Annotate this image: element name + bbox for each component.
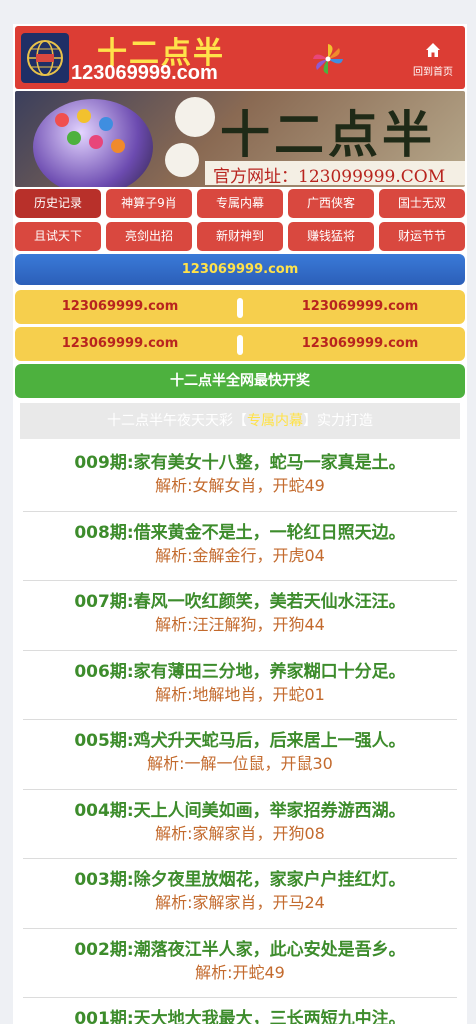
lottery-ball xyxy=(165,143,199,177)
nav-item-liangjian[interactable]: 亮剑出招 xyxy=(106,222,192,251)
domain-link[interactable]: 123069999.com xyxy=(15,327,225,361)
header-bar: 十二点半 123069999.com 回到首页 xyxy=(15,26,465,89)
entry-title: 008期:借来黄金不是土，一轮红日照天边。 xyxy=(74,522,406,543)
home-button[interactable]: 回到首页 xyxy=(408,40,458,80)
yellow-link-row: 123069999.com 123069999.com xyxy=(15,327,465,361)
list-item: 002期:潮落夜江半人家，此心安处是吾乡。 解析:开蛇49 xyxy=(23,929,457,998)
list-item: 004期:天上人间美如画，举家招券游西湖。 解析:家解家肖，开狗08 xyxy=(23,790,457,859)
domain-link[interactable]: 123069999.com xyxy=(255,290,465,324)
entry-title: 005期:鸡犬升天蛇马后，后来居上一强人。 xyxy=(74,731,406,751)
lottery-ball xyxy=(77,109,91,123)
nav-item-caiyun[interactable]: 财运节节 xyxy=(379,222,465,251)
lottery-ball xyxy=(89,135,103,149)
nav-item-guangxi[interactable]: 广西侠客 xyxy=(288,189,374,218)
lottery-ball xyxy=(175,97,215,137)
list-item: 001期:天大地大我最大，三长两短九中注。 xyxy=(23,998,457,1024)
entry-title: 006期:家有薄田三分地，养家糊口十分足。 xyxy=(74,661,406,682)
lottery-ball xyxy=(67,131,81,145)
lottery-ball xyxy=(111,139,125,153)
list-item: 007期:春风一吹红颜笑，美若天仙水汪汪。 解析:汪汪解狗，开狗44 xyxy=(23,581,457,651)
entry-title: 002期:潮落夜江半人家，此心安处是吾乡。 xyxy=(74,939,406,960)
yellow-link-row: 123069999.com 123069999.com xyxy=(15,290,465,324)
banner-url: 官方网址：123099999.COM xyxy=(213,167,446,187)
page: 十二点半 123069999.com 回到首页 十二点半 官方网址：123099… xyxy=(13,24,467,1024)
nav-item-caishen[interactable]: 新财神到 xyxy=(197,222,283,251)
list-item: 006期:家有薄田三分地，养家糊口十分足。 解析:地解地肖，开蛇01 xyxy=(23,651,457,720)
prediction-list: 009期:家有美女十八整，蛇马一家真是土。 解析:女解女肖，开蛇49 008期:… xyxy=(13,442,467,1024)
list-item: 003期:除夕夜里放烟花，家家户户挂红灯。 解析:家解家肖，开马24 xyxy=(23,859,457,929)
entry-title: 001期:天大地大我最大，三长两短九中注。 xyxy=(74,1009,406,1024)
nav-item-qieshi[interactable]: 且试天下 xyxy=(15,222,101,251)
entry-title: 007期:春风一吹红颜笑，美若天仙水汪汪。 xyxy=(74,592,406,612)
entry-title: 009期:家有美女十八整，蛇马一家真是土。 xyxy=(74,453,406,473)
banner-image: 十二点半 官方网址：123099999.COM xyxy=(15,91,465,187)
tagline-prefix: 十二点半午夜天天彩【 xyxy=(107,413,247,429)
divider xyxy=(237,298,243,318)
banner-title: 十二点半 xyxy=(220,105,436,164)
blue-domain-bar[interactable]: 123069999.com xyxy=(15,254,465,285)
nav-item-zhuanqian[interactable]: 赚钱猛将 xyxy=(288,222,374,251)
tagline: 十二点半午夜天天彩【专属内幕】实力打造 xyxy=(20,403,460,439)
home-label: 回到首页 xyxy=(413,67,453,78)
entry-title: 004期:天上人间美如画，举家招券游西湖。 xyxy=(74,800,406,821)
lottery-ball xyxy=(55,113,69,127)
nav-item-history[interactable]: 历史记录 xyxy=(15,189,101,218)
lottery-ball xyxy=(99,117,113,131)
list-item: 005期:鸡犬升天蛇马后，后来居上一强人。 解析:一解一位鼠，开鼠30 xyxy=(23,720,457,790)
fastest-draw-button[interactable]: 十二点半全网最快开奖 xyxy=(15,364,465,398)
domain-link[interactable]: 123069999.com xyxy=(15,290,225,324)
brand-domain: 123069999.com xyxy=(71,62,218,84)
entry-title: 003期:除夕夜里放烟花，家家户户挂红灯。 xyxy=(74,870,406,890)
pinwheel-icon xyxy=(313,44,343,74)
tagline-suffix: 】实力打造 xyxy=(303,413,373,429)
home-icon xyxy=(426,43,440,57)
category-nav: 历史记录 神算子9肖 专属内幕 广西侠客 国士无双 且试天下 亮剑出招 新财神到… xyxy=(15,189,465,253)
divider xyxy=(237,335,243,355)
nav-item-shensuanzi[interactable]: 神算子9肖 xyxy=(106,189,192,218)
nav-item-guoshi[interactable]: 国士无双 xyxy=(379,189,465,218)
globe-logo-icon xyxy=(21,33,69,83)
list-item: 008期:借来黄金不是土，一轮红日照天边。 解析:金解金行，开虎04 xyxy=(23,512,457,581)
list-item: 009期:家有美女十八整，蛇马一家真是土。 解析:女解女肖，开蛇49 xyxy=(23,442,457,512)
nav-item-inside-info[interactable]: 专属内幕 xyxy=(197,189,283,218)
domain-link[interactable]: 123069999.com xyxy=(255,327,465,361)
tagline-highlight: 专属内幕 xyxy=(247,413,303,429)
